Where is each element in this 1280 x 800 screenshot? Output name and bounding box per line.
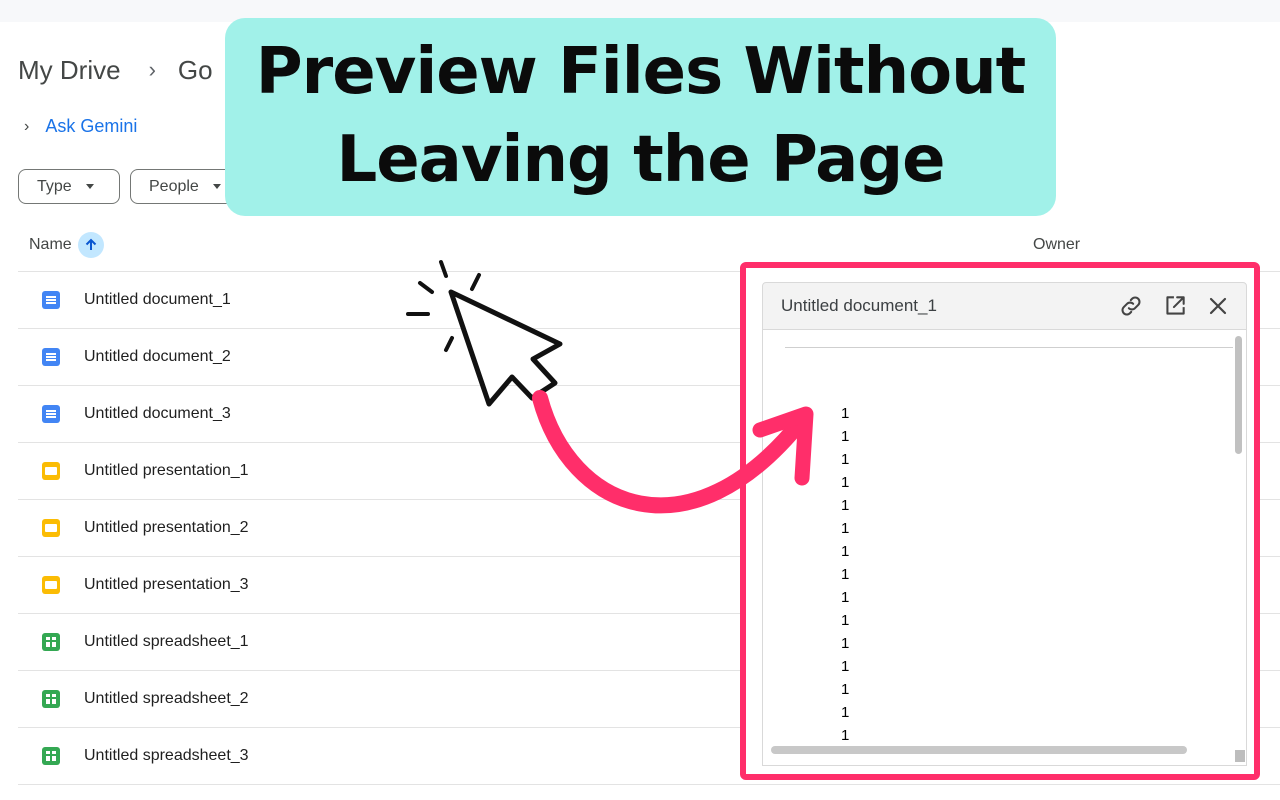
curved-arrow-icon [532, 390, 810, 514]
mouse-pointer-icon [448, 289, 563, 407]
annotation-overlay [406, 260, 814, 514]
